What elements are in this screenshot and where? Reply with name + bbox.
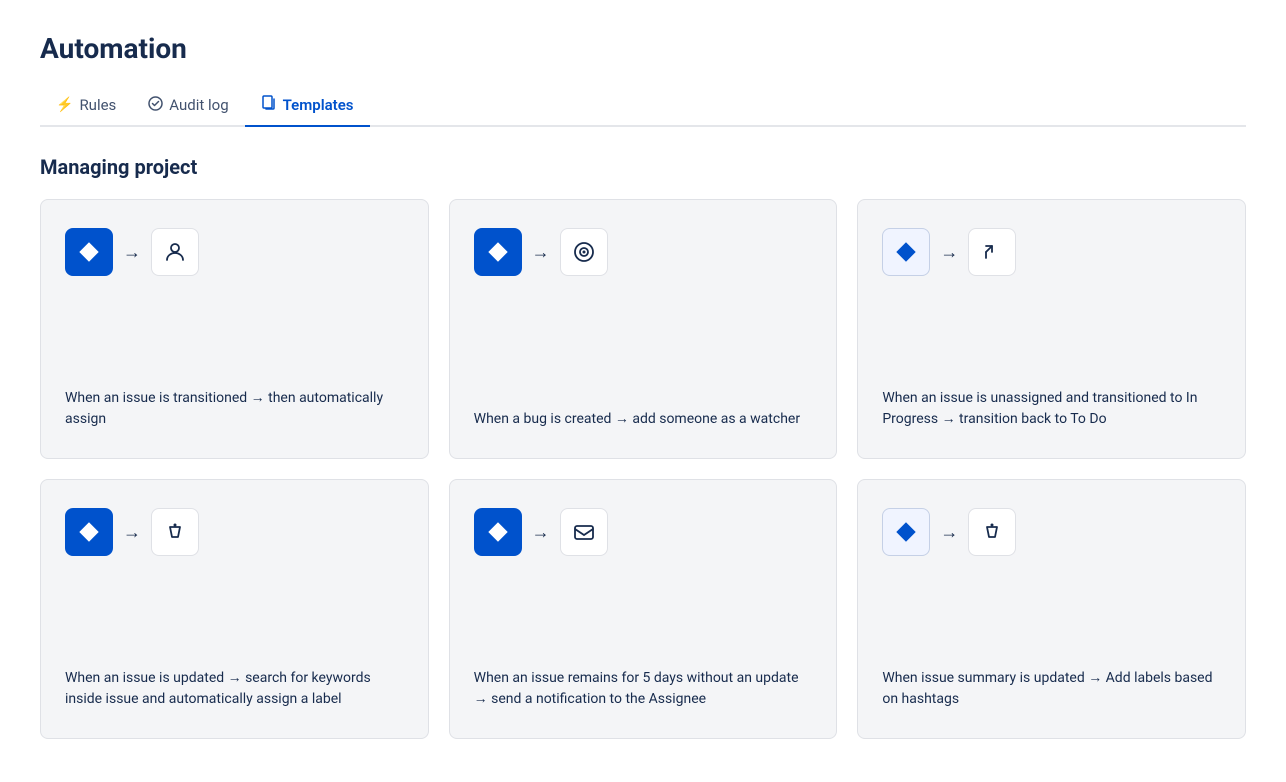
tabs-nav: ⚡ Rules Audit log Templates — [40, 85, 1246, 127]
template-card-1[interactable]: → When an issue is transitioned → then a… — [40, 199, 429, 459]
arrow-icon-6: → — [940, 522, 958, 543]
tab-rules[interactable]: ⚡ Rules — [40, 86, 132, 126]
template-card-3[interactable]: → When an issue is unassigned and transi… — [857, 199, 1246, 459]
card-6-description: When issue summary is updated → Add labe… — [882, 668, 1221, 710]
card-5-description: When an issue remains for 5 days without… — [474, 668, 813, 710]
page-title: Automation — [40, 32, 1246, 65]
trigger-icon-6 — [882, 508, 930, 556]
card-2-icons: → — [474, 228, 813, 276]
card-2-description: When a bug is created → add someone as a… — [474, 409, 813, 430]
action-icon-2 — [560, 228, 608, 276]
action-icon-4 — [151, 508, 199, 556]
action-icon-6 — [968, 508, 1016, 556]
tab-templates[interactable]: Templates — [245, 85, 370, 127]
templates-icon — [261, 95, 277, 115]
card-4-description: When an issue is updated → search for ke… — [65, 668, 404, 710]
trigger-icon-5 — [474, 508, 522, 556]
card-1-icons: → — [65, 228, 404, 276]
arrow-icon-4: → — [123, 522, 141, 543]
trigger-icon-2 — [474, 228, 522, 276]
cards-grid: → When an issue is transitioned → then a… — [40, 199, 1246, 739]
card-3-description: When an issue is unassigned and transiti… — [882, 388, 1221, 430]
card-5-icons: → — [474, 508, 813, 556]
card-3-icons: → — [882, 228, 1221, 276]
action-icon-3 — [968, 228, 1016, 276]
action-icon-5 — [560, 508, 608, 556]
section-title: Managing project — [40, 155, 1246, 179]
arrow-icon-3: → — [940, 242, 958, 263]
arrow-icon-2: → — [532, 242, 550, 263]
arrow-icon-5: → — [532, 522, 550, 543]
card-1-description: When an issue is transitioned → then aut… — [65, 388, 404, 430]
check-circle-icon — [148, 96, 163, 115]
card-4-icons: → — [65, 508, 404, 556]
trigger-icon-1 — [65, 228, 113, 276]
card-6-icons: → — [882, 508, 1221, 556]
trigger-icon-3 — [882, 228, 930, 276]
trigger-icon-4 — [65, 508, 113, 556]
template-card-4[interactable]: → When an issue is updated → search for … — [40, 479, 429, 739]
action-icon-1 — [151, 228, 199, 276]
arrow-icon-1: → — [123, 242, 141, 263]
template-card-5[interactable]: → When an issue remains for 5 days witho… — [449, 479, 838, 739]
template-card-6[interactable]: → When issue summary is updated → Add la… — [857, 479, 1246, 739]
template-card-2[interactable]: → When a bug is created → add someone as… — [449, 199, 838, 459]
tab-audit-log[interactable]: Audit log — [132, 86, 244, 127]
lightning-icon: ⚡ — [56, 97, 73, 113]
